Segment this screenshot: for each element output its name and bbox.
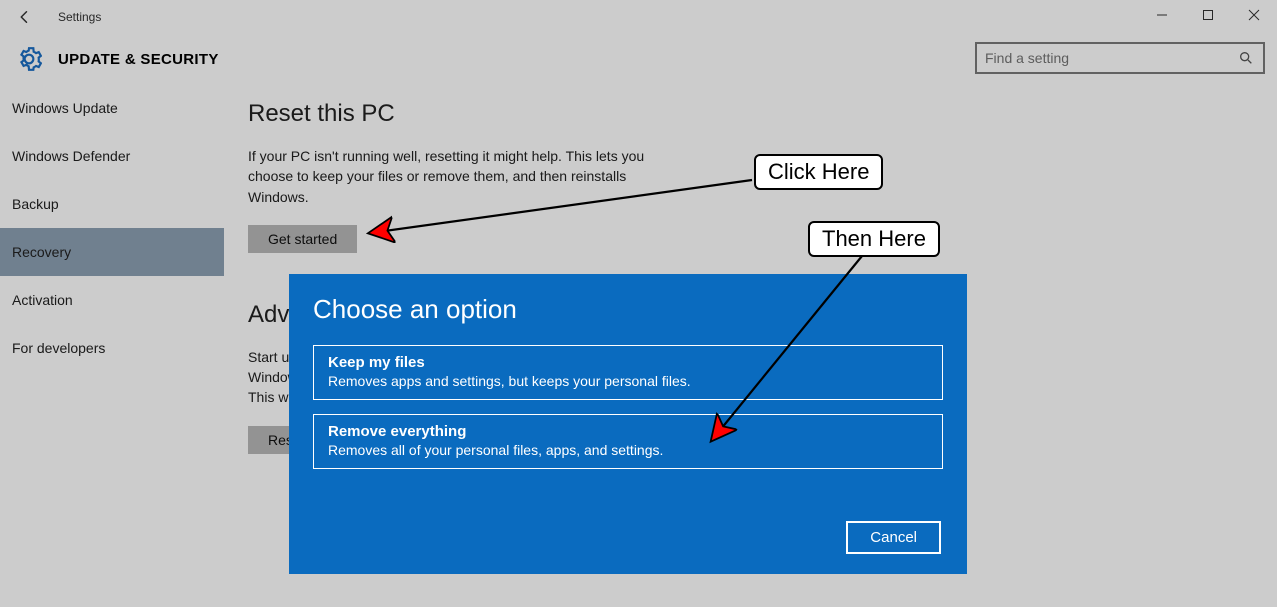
annotation-then-here: Then Here	[808, 221, 940, 257]
window-controls	[1139, 0, 1277, 34]
sidebar-item-label: Windows Update	[12, 100, 118, 116]
reset-body: If your PC isn't running well, resetting…	[248, 146, 678, 207]
option-keep-my-files[interactable]: Keep my files Removes apps and settings,…	[313, 345, 943, 400]
minimize-button[interactable]	[1139, 0, 1185, 30]
arrow-left-icon	[16, 8, 34, 26]
cancel-button[interactable]: Cancel	[846, 521, 941, 554]
maximize-icon	[1202, 9, 1214, 21]
sidebar-item-label: Activation	[12, 292, 73, 308]
option-title: Keep my files	[328, 354, 928, 371]
gear-icon	[14, 44, 44, 74]
window-titlebar: Settings	[0, 0, 1277, 34]
sidebar-item-for-developers[interactable]: For developers	[0, 324, 224, 372]
back-button[interactable]	[0, 0, 50, 34]
sidebar-item-recovery[interactable]: Recovery	[0, 228, 224, 276]
sidebar-item-windows-update[interactable]: Windows Update	[0, 84, 224, 132]
section-title: UPDATE & SECURITY	[58, 51, 219, 68]
minimize-icon	[1156, 9, 1168, 21]
sidebar-item-label: Windows Defender	[12, 148, 130, 164]
sidebar: Windows Update Windows Defender Backup R…	[0, 84, 224, 372]
close-icon	[1248, 9, 1260, 21]
dialog-title: Choose an option	[289, 274, 967, 339]
annotation-click-here: Click Here	[754, 154, 883, 190]
sidebar-item-activation[interactable]: Activation	[0, 276, 224, 324]
sidebar-item-label: Backup	[12, 196, 59, 212]
sidebar-item-label: For developers	[12, 340, 105, 356]
get-started-button[interactable]: Get started	[248, 225, 357, 253]
maximize-button[interactable]	[1185, 0, 1231, 30]
option-remove-everything[interactable]: Remove everything Removes all of your pe…	[313, 414, 943, 469]
choose-option-dialog: Choose an option Keep my files Removes a…	[289, 274, 967, 574]
search-box[interactable]	[975, 42, 1265, 74]
option-desc: Removes all of your personal files, apps…	[328, 442, 928, 458]
option-desc: Removes apps and settings, but keeps you…	[328, 373, 928, 389]
window-title: Settings	[58, 10, 101, 24]
reset-heading: Reset this PC	[248, 100, 948, 128]
close-button[interactable]	[1231, 0, 1277, 30]
sidebar-item-windows-defender[interactable]: Windows Defender	[0, 132, 224, 180]
option-title: Remove everything	[328, 423, 928, 440]
search-icon	[1229, 50, 1263, 66]
sidebar-item-backup[interactable]: Backup	[0, 180, 224, 228]
sidebar-item-label: Recovery	[12, 244, 71, 260]
search-input[interactable]	[977, 50, 1229, 66]
